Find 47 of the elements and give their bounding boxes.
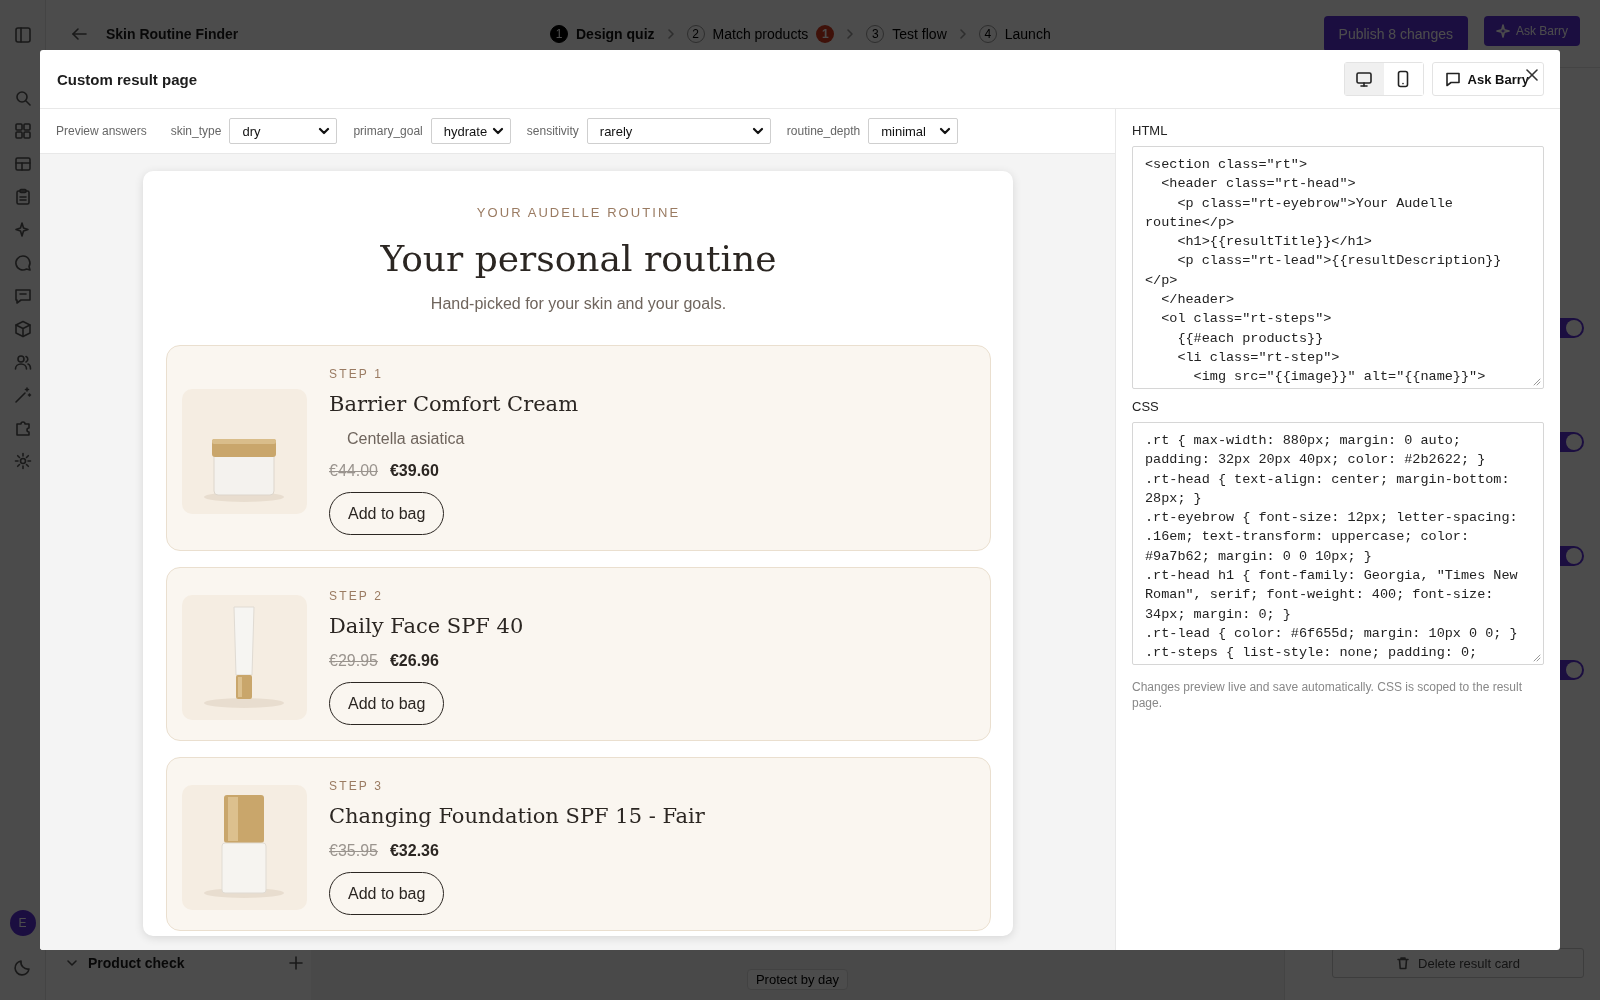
result-description: Hand-picked for your skin and your goals. [429,295,728,313]
code-editor[interactable]: .rt { max-width: 880px; margin: 0 auto; padding: 32px 20px 40px; color: #2b2622; } .rt-head { text-align: center; margin-bottom: 28px; } .rt-eyebrow { font-size: 12px; letter-spacing: .16em; text-transform: uppercase; color: #9a7b62; margin: 0 0 10px; } .rt-head h1 { font-family: Georgia, "Times New Roman", serif; font-weight: 400; font-size: 34px; margin: 0; } .rt-lead { color: #6f655d; margin: 10px 0 0; } .rt-steps { list-style: none; padding: 0; [1132,422,1544,665]
chevron-down-icon [491,125,504,137]
toolbar-label: Preview answers [56,124,147,138]
old-price: €29.95 [329,652,378,670]
step-label: STEP 1 [329,367,384,381]
product-name: Daily Face SPF 40 [329,614,524,638]
result-title: Your personal routine [379,238,778,279]
chevron-down-icon [939,125,952,137]
field-label: routine_depth [786,124,861,138]
help-text: Changes preview live and save automatically. CSS is scoped to the result page. [1132,679,1523,711]
dropdown[interactable]: hydrate [430,118,511,144]
field-label: primary_goal [353,124,423,138]
eyebrow-text: YOUR AUDELLE ROUTINE [475,205,682,220]
editor-label: CSS [1132,399,1160,414]
old-price: €35.95 [329,842,378,860]
section-title: Product check [88,955,186,971]
resize-handle-icon [1533,378,1541,386]
resize-handle-icon [1533,654,1541,662]
chat-icon [1444,71,1461,87]
step-label: Match products [712,25,809,42]
old-price: €44.00 [329,462,378,480]
product-name: Changing Foundation SPF 15 - Fair [329,804,705,828]
ingredient-text: Centella asiatica [347,430,465,448]
step-label: STEP 3 [329,779,384,793]
step-label: STEP 2 [329,589,384,603]
view-mode-tab[interactable] [1344,63,1384,95]
chevron-down-icon [751,125,764,137]
chevron-down-icon [318,125,331,137]
price: €39.60 [389,462,439,480]
price: €26.96 [389,652,439,670]
field-label: sensitivity [526,124,579,138]
dropdown[interactable]: dry [229,118,338,144]
code-editor[interactable]: <section class="rt"> <header class="rt-head"> <p class="rt-eyebrow">Your Audelle routine</p> <h1>{{resultTitle}}</h1> <p class="rt-lead">{{resultDescription}} </p> </header> <ol class="rt-steps"> {{#each products}} <li class="rt-step"> <img src="{{image}}" alt="{{name}}"> [1132,146,1544,389]
app-title: Skin Routine Finder [106,25,239,42]
assistant-button[interactable]: Ask Barry [1431,62,1544,96]
field-label: skin_type [170,124,222,138]
product-name: Barrier Comfort Cream [329,392,579,416]
dropdown[interactable]: minimal [868,118,959,144]
editor-label: HTML [1132,123,1169,138]
price: €32.36 [389,842,439,860]
dropdown[interactable]: rarely [586,118,771,144]
step-label: Launch [1004,25,1051,42]
step-label: Test flow [892,25,947,42]
dialog-title: Custom result page [57,70,198,88]
desktop-icon [1355,70,1374,88]
step-label: Design quiz [576,25,655,42]
